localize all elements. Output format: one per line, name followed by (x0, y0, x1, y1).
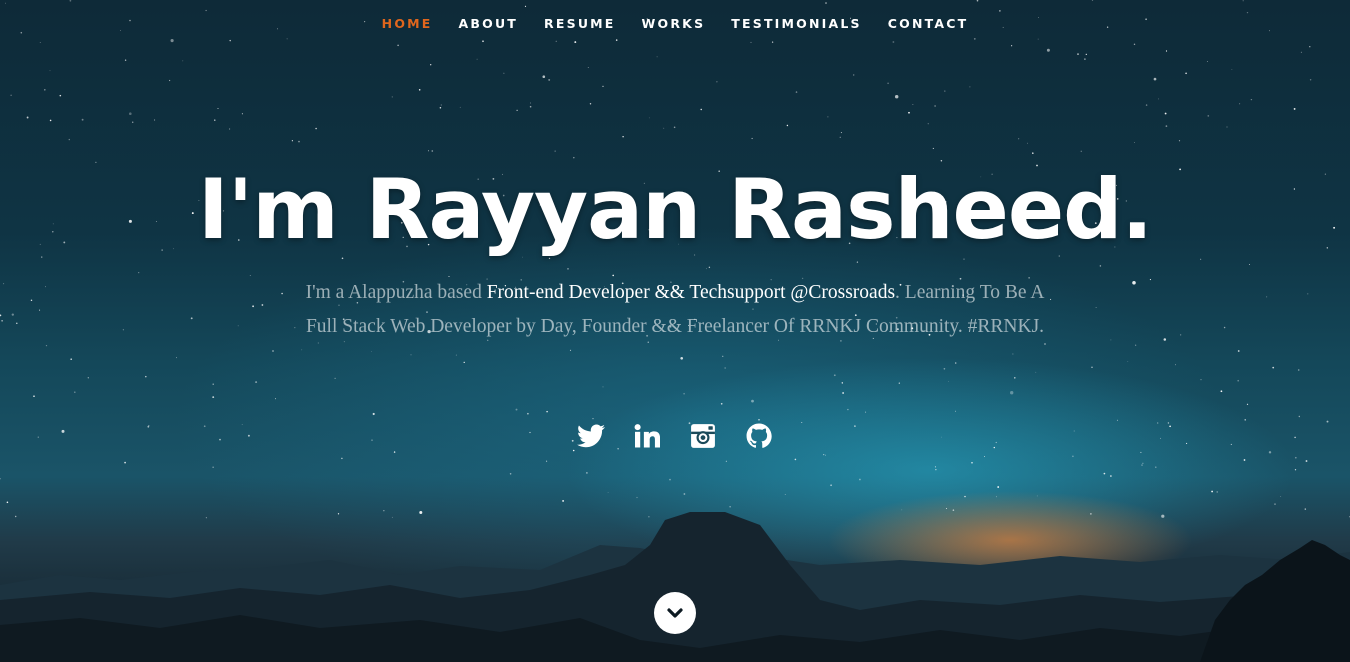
hero-title: I'm Rayyan Rasheed. (197, 161, 1153, 258)
nav-item-home[interactable]: HOME (382, 14, 433, 34)
linkedin-icon (634, 424, 660, 448)
main-navigation: HOME ABOUT RESUME WORKS TESTIMONIALS CON… (0, 14, 1350, 34)
chevron-down-icon (667, 608, 683, 618)
instagram-icon (691, 424, 715, 448)
nav-item-testimonials[interactable]: TESTIMONIALS (731, 14, 861, 34)
nav-item-about[interactable]: ABOUT (459, 14, 519, 34)
hero-intro-prefix: I'm a Alappuzha based (305, 282, 487, 303)
nav-item-contact[interactable]: CONTACT (888, 14, 969, 34)
hero-intro-highlight: Front-end Developer && Techsupport @Cros… (486, 282, 896, 303)
github-link[interactable] (745, 420, 773, 452)
social-links (0, 420, 1350, 452)
instagram-link[interactable] (689, 420, 717, 452)
github-icon (746, 423, 772, 448)
nav-item-resume[interactable]: RESUME (544, 14, 616, 34)
hero-intro: I'm a Alappuzha based Front-end Develope… (305, 276, 1045, 343)
twitter-link[interactable] (577, 420, 605, 452)
twitter-icon (577, 424, 605, 448)
nav-item-works[interactable]: WORKS (642, 14, 706, 34)
scroll-down-button[interactable] (654, 592, 696, 634)
linkedin-link[interactable] (633, 420, 661, 452)
